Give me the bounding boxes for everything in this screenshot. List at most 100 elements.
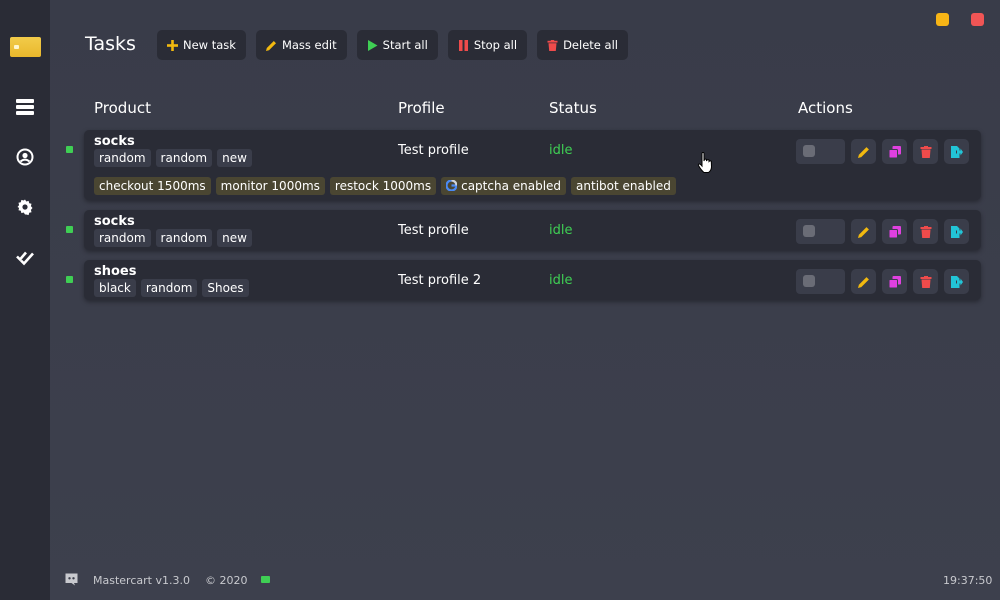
plus-icon — [167, 39, 178, 51]
copy-icon — [888, 145, 901, 158]
edit-button[interactable] — [851, 269, 876, 294]
column-header-actions: Actions — [798, 99, 853, 117]
delete-button[interactable] — [913, 219, 938, 244]
export-button[interactable] — [944, 219, 969, 244]
column-header-profile: Profile — [398, 99, 445, 117]
clock-time: 19:37:50 — [943, 574, 993, 587]
delete-button[interactable] — [913, 139, 938, 164]
copy-icon — [888, 275, 901, 288]
duplicate-button[interactable] — [882, 219, 907, 244]
tag: random — [140, 279, 198, 297]
task-status-dot — [66, 276, 73, 283]
trash-icon — [920, 225, 931, 238]
status-value: idle — [549, 223, 573, 238]
task-toggle[interactable] — [796, 139, 845, 164]
option-tag: monitor 1000ms — [215, 177, 325, 195]
task-options: checkout 1500ms monitor 1000ms restock 1… — [94, 177, 676, 195]
task-row: shoes black random Shoes Test profile 2 … — [84, 260, 981, 300]
pencil-icon — [265, 40, 276, 51]
option-tag: antibot enabled — [571, 177, 676, 195]
export-icon — [950, 225, 963, 238]
task-toggle[interactable] — [796, 269, 845, 294]
pencil-icon — [857, 226, 869, 238]
task-row: socks random random new checkout 1500ms … — [84, 130, 981, 200]
task-actions — [796, 139, 969, 164]
tag: new — [217, 149, 252, 167]
product-name: shoes — [94, 264, 137, 279]
delete-all-button[interactable]: Delete all — [537, 30, 628, 60]
tasks-list-icon[interactable] — [15, 97, 35, 117]
task-actions — [796, 219, 969, 244]
trash-icon — [920, 275, 931, 288]
tag: new — [217, 229, 252, 247]
copyright: © 2020 — [205, 574, 248, 587]
product-tags: random random new — [94, 149, 252, 167]
profile-icon[interactable] — [15, 147, 35, 167]
trash-icon — [547, 39, 558, 51]
edit-button[interactable] — [851, 219, 876, 244]
discord-icon[interactable] — [64, 572, 79, 586]
minimize-button[interactable] — [936, 13, 949, 26]
option-tag: restock 1000ms — [329, 177, 437, 195]
start-all-label: Start all — [382, 38, 428, 52]
export-icon — [950, 145, 963, 158]
toolbar: New task Mass edit Start all Stop all De… — [157, 30, 628, 60]
main-area — [50, 0, 1000, 600]
play-icon — [367, 39, 378, 51]
delete-all-label: Delete all — [563, 38, 618, 52]
export-button[interactable] — [944, 139, 969, 164]
pause-icon — [458, 39, 468, 51]
tag: random — [155, 229, 213, 247]
connection-status-dot — [261, 576, 270, 583]
product-tags: random random new — [94, 229, 252, 247]
option-tag: checkout 1500ms — [94, 177, 211, 195]
copy-icon — [888, 225, 901, 238]
sidebar — [0, 0, 50, 600]
task-row: socks random random new Test profile idl… — [84, 210, 981, 250]
start-all-button[interactable]: Start all — [356, 30, 438, 60]
status-value: idle — [549, 273, 573, 288]
tag: random — [94, 149, 151, 167]
delete-button[interactable] — [913, 269, 938, 294]
duplicate-button[interactable] — [882, 139, 907, 164]
product-tags: black random Shoes — [94, 279, 249, 297]
pencil-icon — [857, 146, 869, 158]
task-actions — [796, 269, 969, 294]
task-status-dot — [66, 146, 73, 153]
close-button[interactable] — [971, 13, 984, 26]
profile-value: Test profile — [398, 143, 469, 158]
tag: Shoes — [202, 279, 249, 297]
page-title: Tasks — [85, 33, 136, 55]
column-header-status: Status — [549, 99, 597, 117]
captcha-option-tag: captcha enabled — [441, 177, 567, 195]
profile-value: Test profile — [398, 223, 469, 238]
task-status-dot — [66, 226, 73, 233]
edit-button[interactable] — [851, 139, 876, 164]
check-icon[interactable] — [15, 247, 35, 267]
app-version: Mastercart v1.3.0 — [93, 574, 190, 587]
profile-value: Test profile 2 — [398, 273, 482, 288]
export-button[interactable] — [944, 269, 969, 294]
captcha-option-label: captcha enabled — [461, 179, 562, 193]
stop-all-label: Stop all — [473, 38, 518, 52]
pencil-icon — [857, 276, 869, 288]
product-name: socks — [94, 134, 135, 149]
stop-all-button[interactable]: Stop all — [447, 30, 528, 60]
trash-icon — [920, 145, 931, 158]
export-icon — [950, 275, 963, 288]
tag: black — [94, 279, 136, 297]
mass-edit-button[interactable]: Mass edit — [255, 30, 347, 60]
tag: random — [94, 229, 151, 247]
task-toggle[interactable] — [796, 219, 845, 244]
mastercart-logo — [10, 37, 41, 57]
duplicate-button[interactable] — [882, 269, 907, 294]
google-captcha-icon — [446, 180, 458, 191]
new-task-button[interactable]: New task — [157, 30, 246, 60]
tag: random — [155, 149, 213, 167]
status-value: idle — [549, 143, 573, 158]
settings-gear-icon[interactable] — [15, 197, 35, 217]
product-name: socks — [94, 214, 135, 229]
hand-cursor-icon — [697, 152, 713, 173]
new-task-label: New task — [183, 38, 236, 52]
column-header-product: Product — [94, 99, 151, 117]
